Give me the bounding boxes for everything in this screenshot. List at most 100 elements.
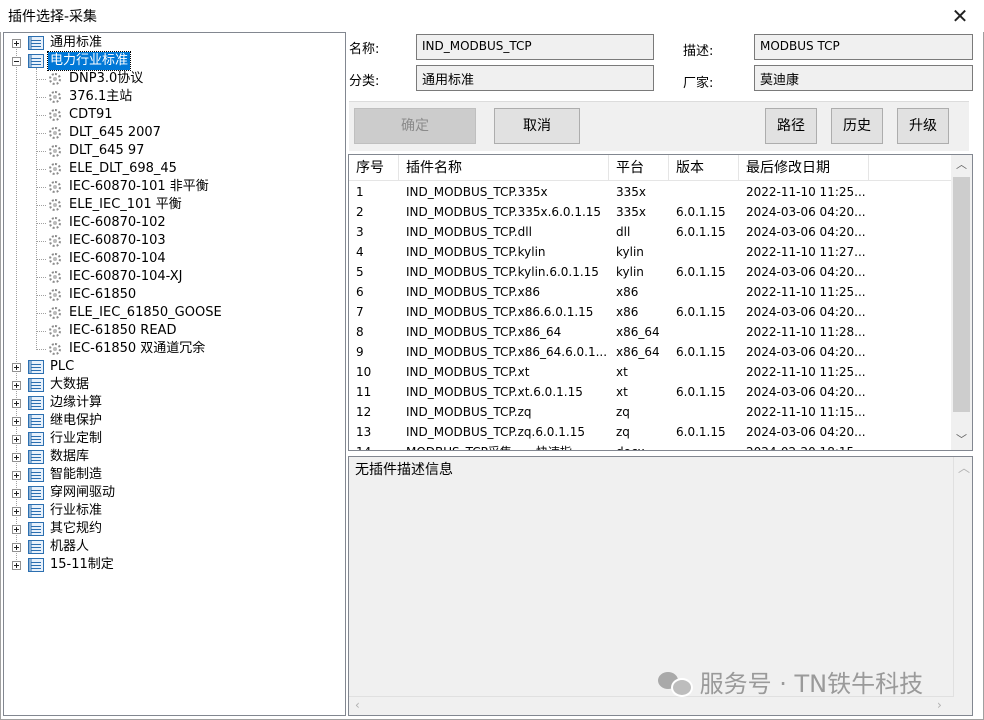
tree-group[interactable]: 大数据 — [4, 376, 344, 394]
tree-group-label[interactable]: 边缘计算 — [48, 394, 104, 412]
table-row[interactable]: 7 IND_MODBUS_TCP.x86.6.0.1.15 x86 6.0.1.15 2… — [349, 302, 951, 322]
tree-item[interactable]: IEC-60870-102 — [4, 214, 344, 232]
description-field[interactable]: MODBUS TCP — [754, 34, 973, 60]
column-header[interactable]: 序号 — [349, 155, 399, 181]
expand-icon[interactable] — [12, 381, 21, 390]
tree-group[interactable]: 行业标准 — [4, 502, 344, 520]
tree-item[interactable]: IEC-60870-101 非平衡 — [4, 178, 344, 196]
table-row[interactable]: 11 IND_MODBUS_TCP.xt.6.0.1.15 xt 6.0.1.15 20… — [349, 382, 951, 402]
tree-group[interactable]: 15-11制定 — [4, 556, 344, 574]
tree-item-label[interactable]: ELE_IEC_101 平衡 — [67, 196, 184, 214]
tree-item-label[interactable]: DNP3.0协议 — [67, 70, 145, 88]
table-row[interactable]: 14MODBUS_TCP采集——快速指...docx 2024-02-20 18:… — [349, 442, 951, 450]
tree-group[interactable]: PLC — [4, 358, 344, 376]
tree-group[interactable]: 数据库 — [4, 448, 344, 466]
tree-item-label[interactable]: IEC-60870-103 — [67, 232, 168, 250]
scroll-up-icon[interactable]: ︿ — [951, 155, 972, 175]
table-row[interactable]: 8 IND_MODBUS_TCP.x86_64 x86_64 2022-11-10 1… — [349, 322, 951, 342]
tree-group[interactable]: 其它规约 — [4, 520, 344, 538]
tree-item[interactable]: ELE_DLT_698_45 — [4, 160, 344, 178]
tree-item-label[interactable]: IEC-60870-104-XJ — [67, 268, 184, 286]
expand-icon[interactable] — [12, 435, 21, 444]
category-field[interactable]: 通用标准 — [416, 65, 654, 91]
tree-group-label[interactable]: 行业定制 — [48, 430, 104, 448]
column-header[interactable]: 插件名称 — [399, 155, 609, 181]
close-icon[interactable]: ✕ — [946, 2, 974, 30]
scroll-thumb[interactable] — [953, 177, 970, 412]
tree-group[interactable]: 穿网闸驱动 — [4, 484, 344, 502]
tree-group-label[interactable]: 行业标准 — [48, 502, 104, 520]
tree-item-label[interactable]: DLT_645 2007 — [67, 124, 163, 142]
upgrade-button[interactable]: 升级 — [897, 108, 949, 144]
tree-item-label[interactable]: IEC-60870-101 非平衡 — [67, 178, 211, 196]
tree-item-label[interactable]: IEC-61850 — [67, 286, 138, 304]
tree-group-label[interactable]: 继电保护 — [48, 412, 104, 430]
table-row[interactable]: 1 IND_MODBUS_TCP.335x 335x 2022-11-10 11:25… — [349, 182, 951, 202]
table-row[interactable]: 4 IND_MODBUS_TCP.kylin kylin 2022-11-10 11:… — [349, 242, 951, 262]
tree-group[interactable]: 继电保护 — [4, 412, 344, 430]
tree-item[interactable]: ELE_IEC_101 平衡 — [4, 196, 344, 214]
expand-icon[interactable] — [12, 561, 21, 570]
tree-group-label[interactable]: 穿网闸驱动 — [48, 484, 117, 502]
tree-group[interactable]: 机器人 — [4, 538, 344, 556]
tree-group[interactable]: 边缘计算 — [4, 394, 344, 412]
expand-icon[interactable] — [12, 399, 21, 408]
history-button[interactable]: 历史 — [831, 108, 883, 144]
tree-item-label[interactable]: ELE_DLT_698_45 — [67, 160, 179, 178]
tree-item[interactable]: IEC-61850 — [4, 286, 344, 304]
tree-item[interactable]: IEC-61850 双通道冗余 — [4, 340, 344, 358]
scroll-right-icon[interactable]: › — [937, 698, 942, 712]
table-row[interactable]: 12 IND_MODBUS_TCP.zq zq 2022-11-10 11:15... — [349, 402, 951, 422]
expand-icon[interactable] — [12, 525, 21, 534]
tree-item-label[interactable]: IEC-60870-104 — [67, 250, 168, 268]
tree-group-label[interactable]: 智能制造 — [48, 466, 104, 484]
expand-icon[interactable] — [12, 363, 21, 372]
vendor-field[interactable]: 莫迪康 — [754, 65, 973, 91]
scroll-down-icon[interactable]: ﹀ — [951, 430, 972, 450]
tree-item-label[interactable]: IEC-60870-102 — [67, 214, 168, 232]
plugin-table[interactable]: 序号 插件名称 平台 版本 最后修改日期 1 IND_MODBUS_TCP.335x 335… — [348, 154, 973, 451]
tree-group-label[interactable]: 15-11制定 — [48, 556, 116, 574]
tree-item-label[interactable]: IEC-61850 双通道冗余 — [67, 340, 207, 358]
expand-icon[interactable] — [12, 417, 21, 426]
table-row[interactable]: 10 IND_MODBUS_TCP.xt xt 2022-11-10 11:25... — [349, 362, 951, 382]
table-row[interactable]: 3 IND_MODBUS_TCP.dll dll 6.0.1.15 2024-03-06… — [349, 222, 951, 242]
expand-icon[interactable] — [12, 507, 21, 516]
table-row[interactable]: 5 IND_MODBUS_TCP.kylin.6.0.1.15 kylin 6.0.1… — [349, 262, 951, 282]
tree-item[interactable]: ELE_IEC_61850_GOOSE — [4, 304, 344, 322]
tree-group-label[interactable]: PLC — [48, 358, 76, 376]
tree-item[interactable]: DLT_645 2007 — [4, 124, 344, 142]
expand-icon[interactable] — [12, 489, 21, 498]
tree-group-label[interactable]: 电力行业标准 — [46, 51, 132, 71]
tree-item-label[interactable]: CDT91 — [67, 106, 115, 124]
path-button[interactable]: 路径 — [765, 108, 817, 144]
tree-item-label[interactable]: IEC-61850 READ — [67, 322, 178, 340]
table-row[interactable]: 9 IND_MODBUS_TCP.x86_64.6.0.1... x86_64 6.0… — [349, 342, 951, 362]
tree-group[interactable]: 通用标准 — [4, 34, 344, 52]
column-header[interactable]: 平台 — [609, 155, 669, 181]
tree-group-label[interactable]: 数据库 — [48, 448, 91, 466]
tree-item[interactable]: DNP3.0协议 — [4, 70, 344, 88]
tree-item[interactable]: IEC-60870-104 — [4, 250, 344, 268]
table-vertical-scrollbar[interactable]: ︿ ﹀ — [951, 155, 972, 450]
tree-item[interactable]: IEC-60870-104-XJ — [4, 268, 344, 286]
description-vertical-scrollbar[interactable]: ︿ — [953, 457, 972, 697]
tree-group[interactable]: 电力行业标准 — [4, 51, 344, 71]
collapse-icon[interactable] — [12, 57, 21, 66]
tree-item[interactable]: 376.1主站 — [4, 88, 344, 106]
table-row[interactable]: 13 IND_MODBUS_TCP.zq.6.0.1.15 zq 6.0.1.15 20… — [349, 422, 951, 442]
tree-group-label[interactable]: 通用标准 — [48, 34, 104, 52]
column-header[interactable]: 版本 — [669, 155, 739, 181]
name-field[interactable]: IND_MODBUS_TCP — [416, 34, 654, 60]
expand-icon[interactable] — [12, 453, 21, 462]
tree-item-label[interactable]: 376.1主站 — [67, 88, 134, 106]
expand-icon[interactable] — [12, 471, 21, 480]
tree-group-label[interactable]: 其它规约 — [48, 520, 104, 538]
scroll-left-icon[interactable]: ‹ — [355, 698, 360, 712]
scroll-up-icon[interactable]: ︿ — [958, 459, 970, 476]
tree-item[interactable]: DLT_645 97 — [4, 142, 344, 160]
tree-group-label[interactable]: 大数据 — [48, 376, 91, 394]
tree-item[interactable]: CDT91 — [4, 106, 344, 124]
expand-icon[interactable] — [12, 543, 21, 552]
table-row[interactable]: 6 IND_MODBUS_TCP.x86 x86 2022-11-10 11:25..… — [349, 282, 951, 302]
